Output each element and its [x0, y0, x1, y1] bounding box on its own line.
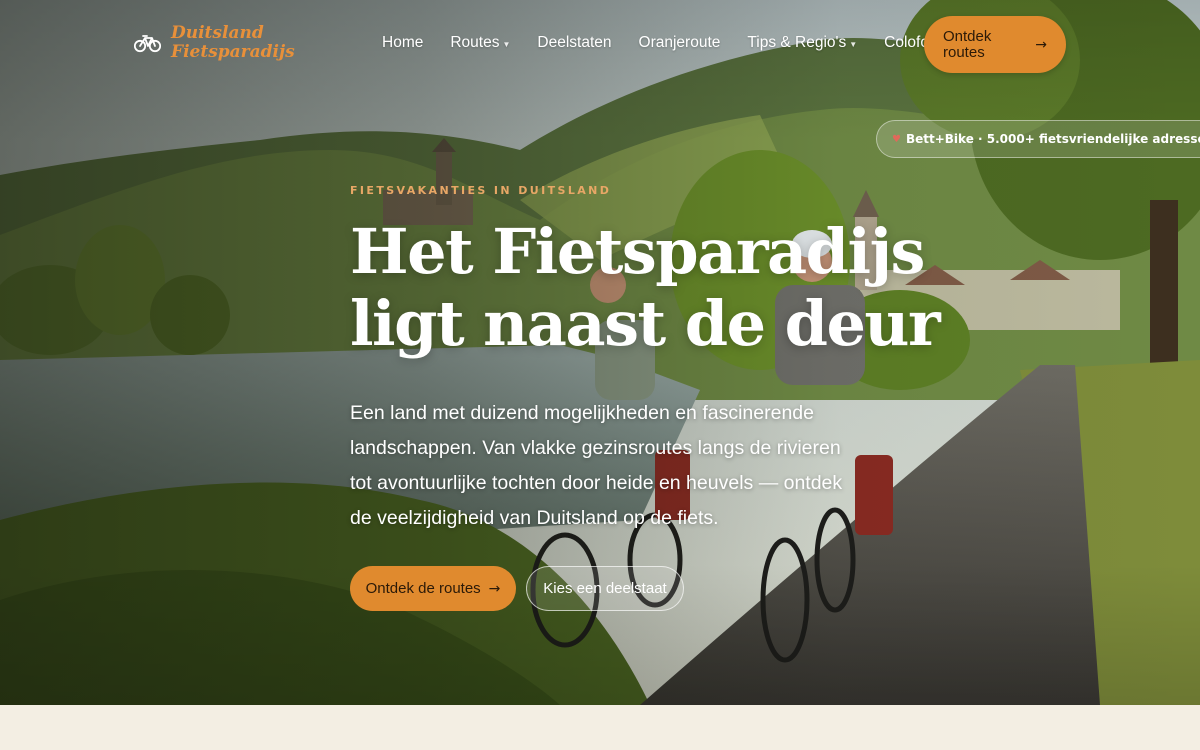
- hero-title: Het Fietsparadijs ligt naast de deur: [350, 215, 941, 360]
- nav-item-label: Routes: [450, 34, 500, 51]
- chevron-down-icon: ▼: [502, 40, 511, 49]
- nav-item-label: Tips & Regio's: [747, 34, 847, 51]
- hero-title-line-1: Het Fietsparadijs: [350, 215, 925, 288]
- site-logo[interactable]: Duitsland Fietsparadijs: [134, 24, 295, 62]
- choose-state-label: Kies een deelstaat: [543, 580, 667, 597]
- nav-cta-label: Ontdek routes: [943, 27, 992, 61]
- choose-state-button[interactable]: Kies een deelstaat: [526, 566, 684, 611]
- logo-line-1: Duitsland: [171, 23, 264, 43]
- heart-icon: ♥: [892, 133, 901, 145]
- discover-routes-button[interactable]: Ontdek de routes →: [350, 566, 516, 611]
- nav-item-label: Deelstaten: [537, 34, 612, 51]
- nav-item-tips-regios[interactable]: Tips & Regio's ▼: [747, 34, 857, 52]
- hero-eyebrow: FIETSVAKANTIES IN DUITSLAND: [350, 184, 612, 197]
- main-nav: Home Routes ▼ Deelstaten Oranjeroute Tips…: [382, 34, 938, 52]
- nav-item-label: Oranjeroute: [638, 34, 721, 51]
- nav-item-oranjeroute[interactable]: Oranjeroute: [639, 34, 721, 52]
- logo-text: Duitsland Fietsparadijs: [171, 24, 295, 62]
- arrow-right-icon: →: [1035, 36, 1047, 53]
- logo-line-2: Fietsparadijs: [171, 42, 295, 62]
- nav-item-label: Home: [382, 34, 424, 51]
- badge-text: Bett+Bike · 5.000+ fietsvriendelijke adr…: [905, 132, 1200, 146]
- bett-bike-badge: ♥ Bett+Bike · 5.000+ fietsvriendelijke a…: [876, 120, 1200, 158]
- nav-item-routes[interactable]: Routes ▼: [450, 34, 510, 52]
- discover-routes-label: Ontdek de routes: [365, 580, 481, 597]
- chevron-down-icon: ▼: [849, 40, 858, 49]
- bicycle-icon: [134, 35, 161, 53]
- nav-item-home[interactable]: Home: [382, 34, 423, 52]
- next-section-edge: [0, 705, 1200, 750]
- hero-lead: Een land met duizend mogelijkheden en fa…: [350, 402, 843, 529]
- nav-cta-button[interactable]: Ontdek routes →: [924, 16, 1066, 73]
- hero-title-line-2: ligt naast de deur: [350, 287, 941, 360]
- nav-item-deelstaten[interactable]: Deelstaten: [537, 34, 611, 52]
- arrow-right-icon: →: [488, 580, 501, 597]
